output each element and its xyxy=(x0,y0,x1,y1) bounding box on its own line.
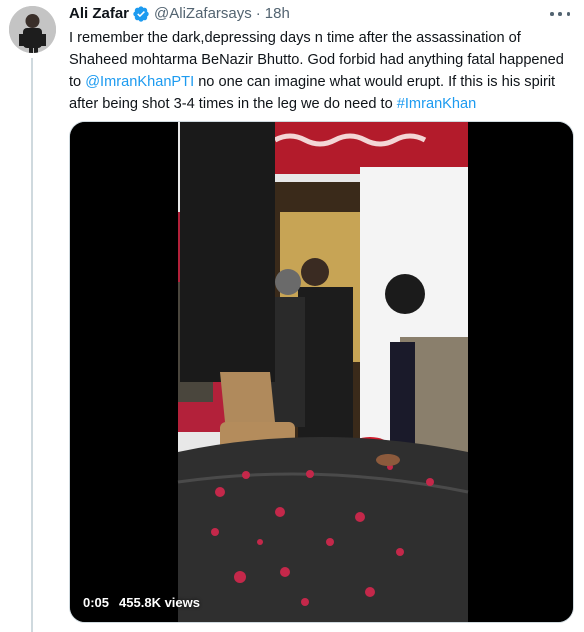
tweet-timestamp[interactable]: 18h xyxy=(265,4,290,24)
author-name[interactable]: Ali Zafar xyxy=(69,4,129,24)
video-view-count: 455.8K views xyxy=(119,595,200,610)
video-stats: 0:05 455.8K views xyxy=(83,595,200,610)
tweet-header: Ali Zafar @AliZafarsays · 18h xyxy=(69,4,290,24)
thread-line xyxy=(31,58,33,632)
tweet[interactable]: Ali Zafar @AliZafarsays · 18h I remember… xyxy=(0,0,584,632)
mention-link[interactable]: @ImranKhanPTI xyxy=(85,74,194,90)
separator-dot: · xyxy=(255,5,261,22)
verified-badge-icon xyxy=(132,5,150,23)
video-player[interactable]: 0:05 455.8K views xyxy=(69,121,574,623)
author-handle[interactable]: @AliZafarsays xyxy=(154,4,252,24)
video-frame xyxy=(70,122,573,622)
avatar-image xyxy=(9,6,56,53)
video-elapsed-time: 0:05 xyxy=(83,595,110,610)
hashtag-link[interactable]: #ImranKhan xyxy=(397,96,477,112)
tweet-text: I remember the dark,depressing days n ti… xyxy=(69,27,574,115)
more-options-icon[interactable] xyxy=(550,6,570,22)
avatar[interactable] xyxy=(9,6,56,53)
